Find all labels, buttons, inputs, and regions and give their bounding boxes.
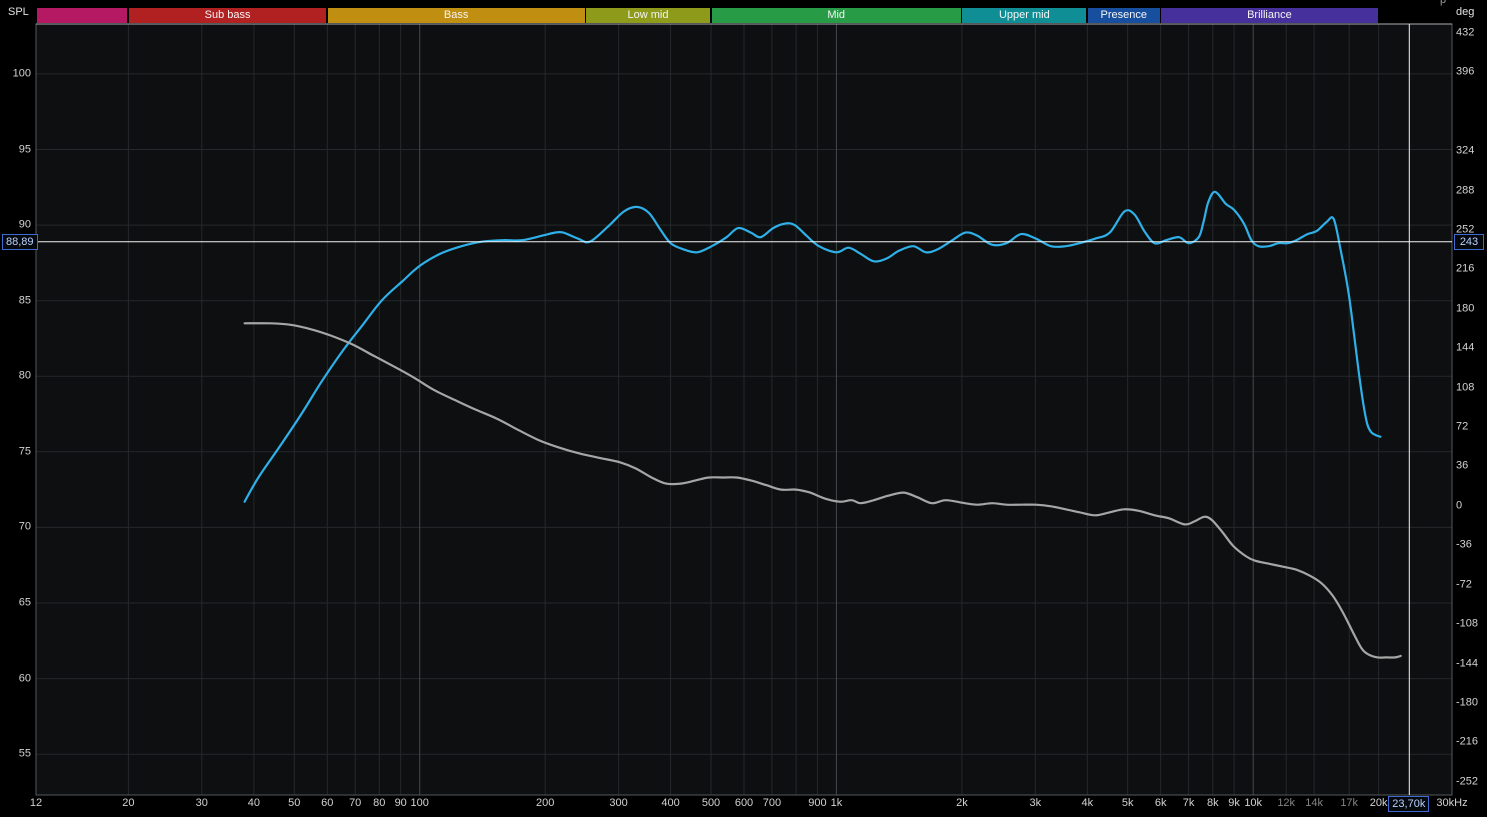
band-bass: Bass [327, 8, 585, 23]
freq-tick-label: 4k [1081, 797, 1094, 809]
deg-tick-label: -180 [1456, 696, 1479, 709]
freq-tick-label: 600 [734, 797, 754, 809]
freq-tick-label: 7k [1182, 797, 1195, 809]
spl-frequency-response-graph: Sub bass Bass Low mid Mid Upper mid Presence B… [0, 0, 1487, 817]
freq-tick-label: 70 [349, 797, 362, 809]
freq-tick-label: 60 [321, 797, 334, 809]
band-brilliance: Brilliance [1161, 8, 1378, 23]
deg-tick-label: 36 [1456, 459, 1469, 472]
deg-tick-label: 108 [1456, 381, 1475, 394]
freq-tick-label: 90 [394, 797, 407, 809]
freq-tick-label: 1k [830, 797, 843, 809]
left-axis-title: SPL [8, 6, 29, 18]
freq-tick-label: 200 [536, 797, 555, 809]
band-mid: Mid [711, 8, 961, 23]
freq-tick-label: 12 [29, 797, 43, 809]
freq-tick-label: 30kHz [1436, 797, 1468, 809]
deg-tick-label: 180 [1456, 302, 1475, 315]
spl-tick-label: 95 [18, 143, 31, 155]
spl-tick-label: 85 [18, 294, 31, 307]
deg-tick-label: 144 [1456, 341, 1475, 354]
cursor-spl-readout: 88,89 [2, 233, 38, 250]
deg-tick-label: -108 [1456, 617, 1479, 630]
deg-tick-label: -216 [1456, 735, 1479, 748]
band-low-mid: Low mid [586, 8, 710, 23]
freq-tick-label: 20 [122, 797, 135, 809]
deg-tick-label: 0 [1456, 499, 1463, 512]
cursor-deg-readout: 243 [1454, 233, 1484, 250]
freq-tick-label: 100 [410, 797, 429, 809]
deg-tick-label: 324 [1456, 144, 1475, 157]
spl-tick-label: 80 [18, 369, 31, 382]
deg-tick-label: -72 [1456, 578, 1472, 591]
freq-tick-label: 80 [373, 797, 386, 809]
freq-tick-label: 12k [1277, 797, 1296, 809]
spl-tick-label: 60 [18, 672, 31, 685]
freq-tick-label: 500 [701, 797, 721, 809]
freq-tick-label: 9k [1228, 797, 1240, 809]
freq-tick-label: 6k [1154, 797, 1167, 809]
truncated-text-fragment: p [1440, 0, 1447, 6]
deg-tick-label: -144 [1456, 657, 1479, 670]
freq-tick-label: 40 [247, 797, 261, 809]
band-presence: Presence [1087, 8, 1160, 23]
spl-tick-label: 75 [18, 445, 31, 458]
band-upper-mid: Upper mid [962, 8, 1087, 23]
freq-tick-label: 30 [195, 797, 208, 809]
freq-tick-label: 3k [1029, 797, 1042, 809]
freq-tick-label: 400 [661, 797, 680, 809]
plot-canvas[interactable] [0, 0, 1487, 817]
freq-tick-label: 300 [609, 797, 628, 809]
cursor-freq-readout: 23,70k [1388, 796, 1430, 812]
deg-tick-label: 432 [1456, 26, 1475, 39]
freq-tick-label: 700 [762, 797, 782, 809]
freq-tick-label: 5k [1121, 797, 1134, 809]
band-sub-bass: Sub bass [128, 8, 327, 23]
right-axis-title: deg [1456, 6, 1475, 18]
deg-tick-label: 216 [1456, 262, 1475, 275]
freq-tick-label: 10k [1244, 797, 1263, 809]
band-infra [36, 8, 128, 23]
spl-tick-label: 65 [18, 596, 31, 609]
freq-tick-label: 8k [1206, 797, 1219, 809]
deg-tick-label: 72 [1456, 420, 1469, 433]
deg-tick-label: -252 [1456, 775, 1479, 788]
freq-tick-label: 2k [956, 797, 968, 809]
freq-tick-label: 14k [1305, 797, 1323, 809]
deg-tick-label: -36 [1456, 538, 1472, 551]
spl-tick-label: 100 [12, 67, 31, 80]
spl-tick-label: 70 [18, 520, 31, 533]
spl-tick-label: 55 [18, 747, 31, 760]
freq-tick-label: 17k [1340, 797, 1359, 809]
freq-tick-label: 900 [808, 797, 827, 809]
freq-tick-label: 50 [288, 797, 301, 809]
spl-tick-label: 90 [18, 218, 31, 231]
deg-tick-label: 288 [1456, 184, 1475, 196]
freq-tick-label: 20k [1369, 797, 1388, 809]
deg-tick-label: 396 [1456, 65, 1475, 78]
